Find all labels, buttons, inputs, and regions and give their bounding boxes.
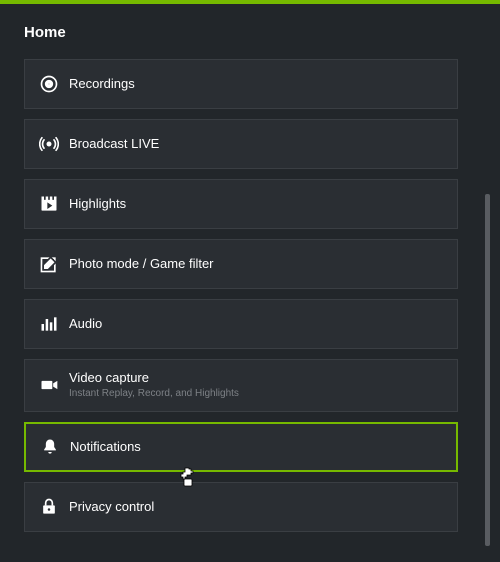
recordings-icon	[39, 74, 69, 94]
menu-item-notifications[interactable]: Notifications	[24, 422, 458, 472]
menu-item-highlights[interactable]: Highlights	[24, 179, 458, 229]
privacy-icon	[39, 497, 69, 517]
highlights-icon	[39, 194, 69, 214]
menu-item-label: Broadcast LIVE	[69, 136, 159, 152]
page-title: Home	[24, 24, 476, 41]
menu-item-label: Video capture	[69, 370, 239, 386]
menu-item-label: Notifications	[70, 439, 141, 455]
menu-item-labels: Broadcast LIVE	[69, 136, 159, 152]
menu-item-label: Highlights	[69, 196, 126, 212]
audio-icon	[39, 314, 69, 334]
menu-item-label: Photo mode / Game filter	[69, 256, 214, 272]
menu-item-label: Audio	[69, 316, 102, 332]
broadcast-icon	[39, 134, 69, 154]
menu-item-labels: Privacy control	[69, 499, 154, 515]
content-container: Home Recordings	[0, 4, 500, 532]
video-capture-icon	[39, 375, 69, 395]
notifications-icon	[40, 437, 70, 457]
menu-item-photo-mode[interactable]: Photo mode / Game filter	[24, 239, 458, 289]
menu-item-labels: Audio	[69, 316, 102, 332]
menu-item-audio[interactable]: Audio	[24, 299, 458, 349]
settings-menu: Recordings Broadcast LIVE	[24, 59, 476, 532]
menu-item-labels: Highlights	[69, 196, 126, 212]
menu-item-recordings[interactable]: Recordings	[24, 59, 458, 109]
menu-item-label: Privacy control	[69, 499, 154, 515]
menu-item-labels: Photo mode / Game filter	[69, 256, 214, 272]
menu-item-broadcast-live[interactable]: Broadcast LIVE	[24, 119, 458, 169]
menu-item-video-capture[interactable]: Video capture Instant Replay, Record, an…	[24, 359, 458, 412]
menu-item-label: Recordings	[69, 76, 135, 92]
menu-item-labels: Video capture Instant Replay, Record, an…	[69, 370, 239, 401]
scrollbar[interactable]	[485, 194, 490, 546]
menu-item-labels: Notifications	[70, 439, 141, 455]
photo-mode-icon	[39, 254, 69, 274]
menu-item-sublabel: Instant Replay, Record, and Highlights	[69, 388, 239, 401]
menu-item-labels: Recordings	[69, 76, 135, 92]
menu-item-privacy[interactable]: Privacy control	[24, 482, 458, 532]
